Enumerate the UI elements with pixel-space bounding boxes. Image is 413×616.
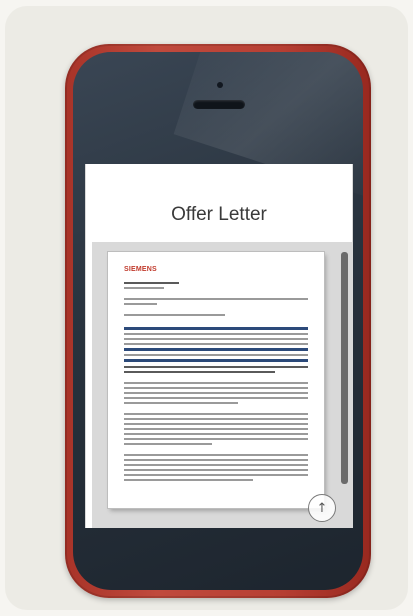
speaker-grille [193,100,245,109]
company-logo: SIEMENS [124,266,157,273]
camera-icon [217,82,223,88]
document-scrollbar[interactable] [341,252,348,484]
document-viewer[interactable]: SIEMENS ↑ [92,242,352,528]
phone-mockup: Offer Letter SIEMENS ↑ [65,44,371,598]
document-table [124,327,308,362]
document-body [124,282,308,484]
offer-letter-document: SIEMENS [108,252,324,508]
background-card: Offer Letter SIEMENS ↑ [5,6,408,610]
arrow-up-icon: ↑ [316,500,328,516]
page-title: Offer Letter [171,204,267,225]
phone-face: Offer Letter SIEMENS ↑ [73,52,363,590]
phone-screen: Offer Letter SIEMENS ↑ [85,164,353,528]
scroll-to-top-button[interactable]: ↑ [308,494,336,522]
phone-bottom-bezel [73,530,363,590]
